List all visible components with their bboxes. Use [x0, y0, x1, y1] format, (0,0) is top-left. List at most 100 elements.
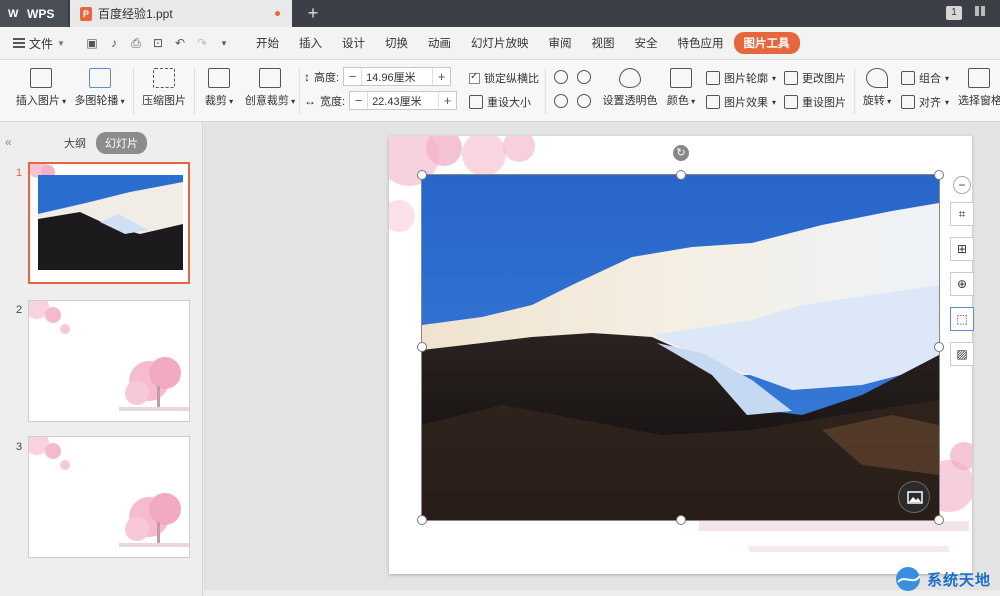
- tab-home[interactable]: 开始: [246, 35, 289, 51]
- compress-picture-button[interactable]: 压缩图片: [142, 68, 186, 108]
- reset-size-button[interactable]: 重设大小: [469, 94, 531, 110]
- contrast-up-button[interactable]: [577, 70, 591, 84]
- zoom-tool-icon[interactable]: ⊕: [950, 272, 974, 296]
- height-icon: ↕: [304, 69, 310, 84]
- lock-ratio-checkbox[interactable]: 锁定纵横比: [469, 70, 539, 86]
- change-picture-icon: [784, 71, 798, 85]
- width-label: 宽度:: [320, 95, 346, 108]
- tab-picture-tools[interactable]: 图片工具: [733, 32, 800, 54]
- resize-handle-bottom[interactable]: [676, 515, 686, 525]
- resize-handle-bottom-right[interactable]: [934, 515, 944, 525]
- drop-icon: [619, 68, 641, 88]
- selected-picture[interactable]: [421, 174, 940, 521]
- width-increment-button[interactable]: +: [438, 92, 456, 109]
- save-icon[interactable]: ▣: [84, 35, 100, 51]
- undo-icon[interactable]: ↶: [172, 35, 188, 51]
- brightness-down-icon: [554, 94, 568, 108]
- rotate-button[interactable]: 旋转 ▾: [861, 68, 893, 108]
- insert-picture-button[interactable]: 插入图片 ▾: [10, 68, 72, 108]
- outline-icon: [706, 71, 720, 85]
- tab-transitions[interactable]: 切换: [375, 35, 418, 51]
- tab-insert[interactable]: 插入: [289, 35, 332, 51]
- tab-animations[interactable]: 动画: [418, 35, 461, 51]
- separator: [194, 68, 195, 114]
- redo-icon[interactable]: ↷: [194, 35, 210, 51]
- file-menu-label: 文件: [29, 36, 54, 51]
- new-tab-button[interactable]: +: [303, 3, 323, 23]
- slide-thumbnail-1[interactable]: [28, 162, 190, 284]
- tab-slides[interactable]: 幻灯片: [96, 132, 147, 154]
- tab-outline[interactable]: 大纲: [55, 132, 95, 154]
- minimize-toolbar-button[interactable]: −: [953, 176, 971, 194]
- picture-options-button[interactable]: [898, 481, 930, 513]
- height-increment-button[interactable]: +: [432, 68, 450, 85]
- slide-thumbnail-3[interactable]: [28, 436, 190, 558]
- effects-icon: [706, 95, 720, 109]
- brightness-down-button[interactable]: [554, 94, 568, 108]
- floating-toolbar: − ⌗ ⊞ ⊕ ⬚ ▨: [950, 176, 974, 377]
- select-tool-icon[interactable]: ⬚: [950, 307, 974, 331]
- separator: [299, 68, 300, 114]
- reset-picture-button[interactable]: 重设图片: [784, 94, 846, 110]
- window-switch-icon[interactable]: [975, 6, 989, 20]
- resize-handle-top-left[interactable]: [417, 170, 427, 180]
- color-button[interactable]: 颜色 ▾: [665, 68, 697, 108]
- carousel-button[interactable]: 多图轮播 ▾: [72, 68, 127, 108]
- watermark-text: 系统天地: [927, 571, 992, 589]
- change-picture-button[interactable]: 更改图片: [784, 70, 846, 86]
- tab-security[interactable]: 安全: [625, 35, 668, 51]
- wps-home-tab[interactable]: W WPS: [0, 0, 68, 27]
- selection-pane-button[interactable]: 选择窗格: [958, 68, 1000, 108]
- reset-picture-icon: [784, 95, 798, 109]
- width-decrement-button[interactable]: −: [350, 92, 369, 109]
- contrast-down-button[interactable]: [577, 94, 591, 108]
- tab-slideshow[interactable]: 幻灯片放映: [461, 35, 539, 51]
- resize-handle-top[interactable]: [676, 170, 686, 180]
- tab-review[interactable]: 审阅: [539, 35, 582, 51]
- resize-handle-left[interactable]: [417, 342, 427, 352]
- slide-number: 3: [16, 441, 23, 453]
- height-label: 高度:: [314, 71, 340, 84]
- layout-tool-icon[interactable]: ⊞: [950, 237, 974, 261]
- wps-logo-icon: W: [8, 7, 19, 20]
- resize-handle-right[interactable]: [934, 342, 944, 352]
- file-menu[interactable]: 文件 ▼: [0, 35, 78, 52]
- chevron-down-icon: ▼: [57, 38, 65, 48]
- tab-view[interactable]: 视图: [582, 35, 625, 51]
- outline-label: 图片轮廓: [724, 73, 768, 85]
- fill-tool-icon[interactable]: ▨: [950, 342, 974, 366]
- print-preview-icon[interactable]: ⊡: [150, 35, 166, 51]
- format-painter-icon[interactable]: ♪: [106, 35, 122, 51]
- slide-thumbnail-2[interactable]: [28, 300, 190, 422]
- crop-tool-icon[interactable]: ⌗: [950, 202, 974, 226]
- align-button[interactable]: 对齐 ▾: [901, 94, 949, 110]
- set-transparent-label: 设置透明色: [602, 95, 658, 107]
- document-tab-title: 百度经验1.ppt: [98, 7, 173, 21]
- carousel-label: 多图轮播: [74, 95, 119, 107]
- creative-crop-button[interactable]: 创意裁剪 ▾: [244, 68, 296, 108]
- crop-button[interactable]: 裁剪 ▾: [203, 68, 235, 108]
- window-count-badge[interactable]: 1: [946, 6, 962, 20]
- ribbon-toolbar: 插入图片 ▾ 多图轮播 ▾ 压缩图片 裁剪 ▾ 创意裁剪 ▾ ↕ 高度: − 1…: [0, 60, 1000, 122]
- reset-size-icon: [469, 95, 483, 109]
- resize-handle-bottom-left[interactable]: [417, 515, 427, 525]
- picture-outline-button[interactable]: 图片轮廓 ▾: [706, 70, 776, 86]
- height-decrement-button[interactable]: −: [344, 68, 363, 85]
- customize-dropdown-icon[interactable]: ▾: [216, 35, 232, 51]
- width-input[interactable]: 22.43厘米: [368, 93, 438, 109]
- contrast-up-icon: [577, 70, 591, 84]
- tab-design[interactable]: 设计: [332, 35, 375, 51]
- brightness-up-button[interactable]: [554, 70, 568, 84]
- print-icon[interactable]: ⎙: [128, 35, 144, 51]
- document-tab[interactable]: P 百度经验1.ppt: [70, 0, 292, 27]
- insert-picture-label: 插入图片: [15, 95, 60, 107]
- picture-effects-button[interactable]: 图片效果 ▾: [706, 94, 776, 110]
- set-transparent-button[interactable]: 设置透明色: [602, 68, 658, 108]
- resize-handle-top-right[interactable]: [934, 170, 944, 180]
- status-strip: [204, 590, 1000, 596]
- tab-features[interactable]: 特色应用: [668, 35, 734, 51]
- collapse-panel-icon[interactable]: «: [5, 135, 12, 149]
- group-button[interactable]: 组合 ▾: [901, 70, 949, 86]
- height-input[interactable]: 14.96厘米: [362, 69, 432, 85]
- rotate-handle-icon[interactable]: ↻: [673, 145, 689, 161]
